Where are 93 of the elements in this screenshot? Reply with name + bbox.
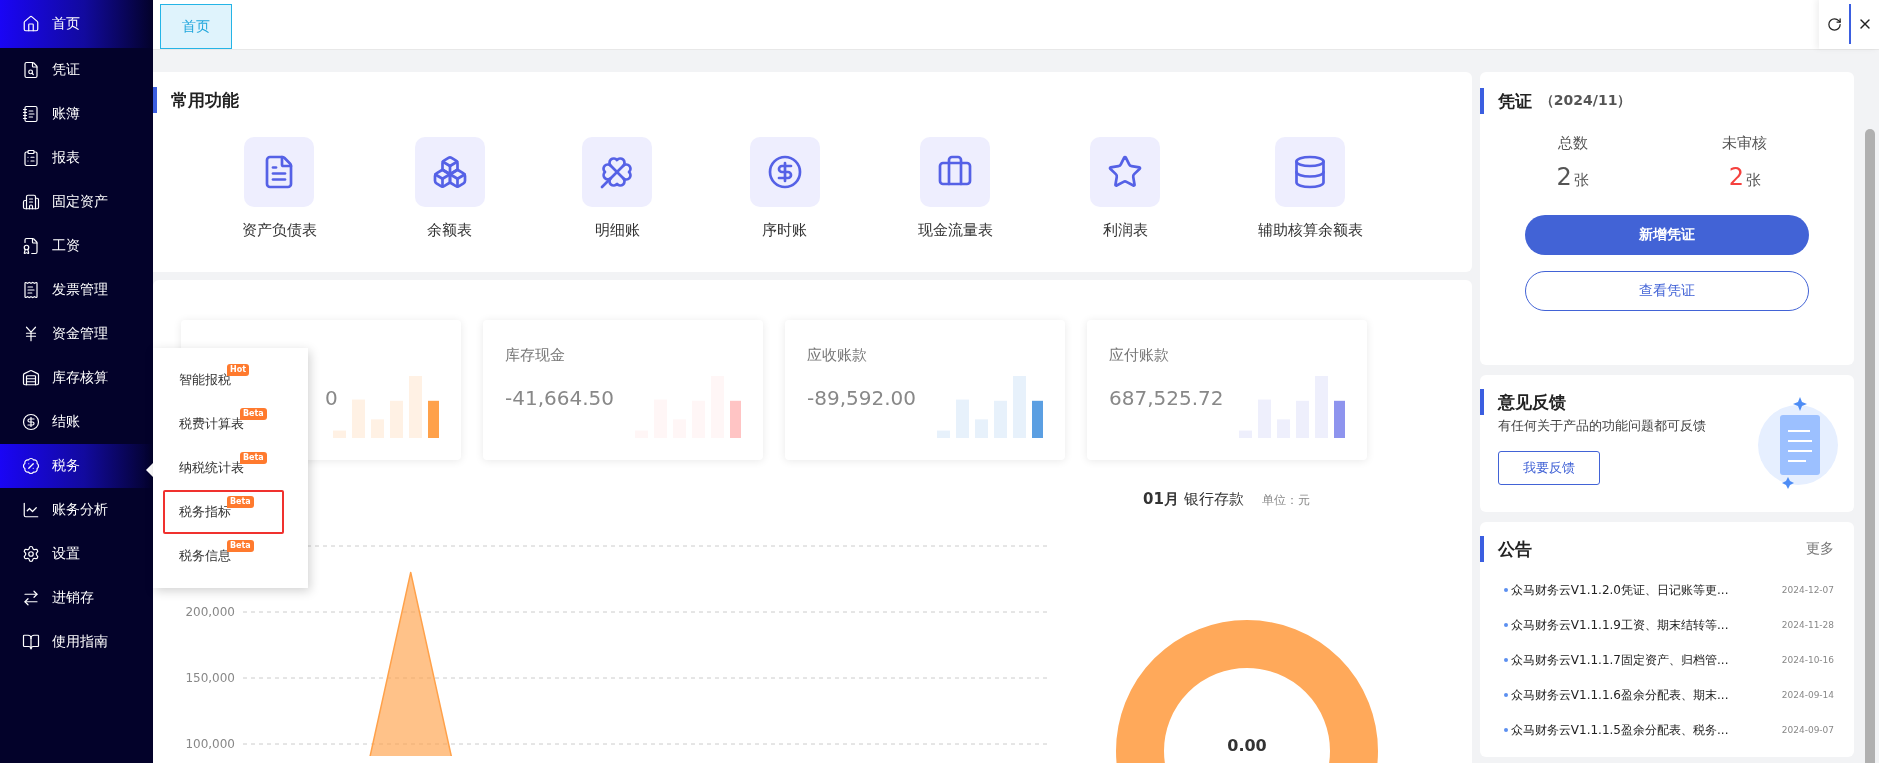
notice-date: 2024-12-07 [1781,585,1835,595]
home-icon [22,15,40,33]
more-link[interactable]: 更多 [1806,540,1835,558]
clipboard-icon [22,149,40,167]
menu-badge: Hot [227,364,249,376]
menu-badge: Beta [227,496,254,508]
unit-label: 张 [1745,171,1761,190]
notice-date: 2024-10-16 [1781,655,1835,665]
receipt-icon [22,281,40,299]
notice-link[interactable]: 众马财务云V1.1.1.7固定资产、归档管... [1503,651,1729,669]
menu-badge: Beta [240,408,267,420]
menu-item[interactable]: 纳税统计表 Beta [163,446,284,490]
menu-item[interactable]: 税务指标 Beta [163,490,284,534]
stat-label: 总数 [1557,134,1588,153]
clover-icon[interactable] [582,137,653,207]
unit-label: 单位：元 [1261,492,1310,509]
cubes-icon[interactable] [414,137,485,207]
stat-value: -41,664.50 [505,386,614,410]
sidebar-item[interactable]: 结账 [0,400,153,444]
notice-date: 2024-09-07 [1781,725,1835,735]
percent-badge-icon [22,457,40,475]
coin-icon [22,413,40,431]
sidebar-item[interactable]: 账簿 [0,92,153,136]
sidebar-item[interactable]: 固定资产 [0,180,153,224]
settings-icon [22,545,40,563]
notice-link[interactable]: 众马财务云V1.1.2.0凭证、日记账等更... [1503,581,1729,599]
book-icon [22,633,40,651]
function-label[interactable]: 辅助核算余额表 [1257,221,1363,240]
function-label[interactable]: 现金流量表 [917,221,993,240]
notice-date: 2024-09-14 [1781,690,1835,700]
card-title: 意见反馈 [1479,389,1751,415]
period-label: （2024/11） [1539,92,1632,110]
dollar-coin-icon[interactable] [749,137,820,207]
stat-value: 687,525.72 [1109,386,1224,410]
stat-value: -89,592.00 [807,386,916,410]
sidebar-item[interactable]: 资金管理 [0,312,153,356]
sidebar-item[interactable]: 进销存 [0,576,153,620]
notice-link[interactable]: 众马财务云V1.1.1.5盈余分配表、税务... [1503,721,1729,739]
function-label[interactable]: 利润表 [1102,221,1148,240]
sidebar-item[interactable]: 发票管理 [0,268,153,312]
menu-badge: Beta [227,540,254,552]
database-icon[interactable] [1275,137,1346,207]
briefcase-icon[interactable] [920,137,991,207]
sidebar-item[interactable]: 使用指南 [0,620,153,664]
feedback-description: 有任何关于产品的功能问题都可反馈 [1496,417,1707,435]
axis-label: 200,000 [185,605,235,619]
add-voucher-button[interactable]: 新增凭证 [1524,215,1809,255]
building-icon [22,193,40,211]
card-title: 凭证 [1497,89,1532,113]
notice-link[interactable]: 众马财务云V1.1.1.6盈余分配表、期末... [1503,686,1729,704]
view-voucher-button[interactable]: 查看凭证 [1524,271,1809,311]
function-label[interactable]: 余额表 [427,221,473,240]
refresh-icon [1826,16,1842,32]
document-icon[interactable] [244,137,315,207]
document-icon [22,237,40,255]
document-search-icon [22,61,40,79]
function-label[interactable]: 序时账 [762,221,808,240]
stat-count: 2 [1556,163,1572,191]
stat-label: 库存现金 [505,346,565,364]
card-title: 公告 [1479,536,1532,562]
notebook-icon [22,105,40,123]
menu-badge: Beta [240,452,267,464]
stat-value: 0 [325,386,338,410]
notice-link[interactable]: 众马财务云V1.1.1.9工资、期末结转等... [1503,616,1729,634]
function-label[interactable]: 明细账 [594,221,640,240]
stat-label: 未审核 [1722,134,1768,153]
axis-label: 150,000 [185,671,235,685]
axis-label: 100,000 [185,737,235,751]
donut-value: 0.00 [1227,736,1267,756]
sidebar-item[interactable]: 工资 [0,224,153,268]
line-chart-icon [22,501,40,519]
warehouse-icon [22,369,40,387]
unit-label: 张 [1573,171,1589,190]
sidebar-item[interactable]: 报表 [0,136,153,180]
stat-label: 应付账款 [1109,346,1169,364]
stat-count: 2 [1728,163,1744,191]
feedback-button[interactable]: 我要反馈 [1497,451,1600,485]
exchange-icon [22,589,40,607]
function-label[interactable]: 资产负债表 [241,221,317,240]
notice-date: 2024-11-28 [1781,620,1835,630]
sidebar-item[interactable]: 账务分析 [0,488,153,532]
menu-item[interactable]: 税务信息 Beta [163,534,284,578]
menu-item[interactable]: 税费计算表 Beta [163,402,284,446]
stat-label: 应收账款 [807,346,867,364]
sidebar-item[interactable]: 库存核算 [0,356,153,400]
sidebar-item[interactable]: 设置 [0,532,153,576]
sidebar-item[interactable]: 凭证 [0,48,153,92]
sidebar-item[interactable]: 首页 [0,0,153,48]
chart-title: 01月 银行存款 [1143,490,1244,509]
sidebar-item[interactable]: 税务 [0,444,153,488]
scrollbar-thumb[interactable] [1865,129,1876,763]
menu-item[interactable]: 智能报税 Hot [163,358,284,402]
section-title: 常用功能 [153,87,1472,113]
